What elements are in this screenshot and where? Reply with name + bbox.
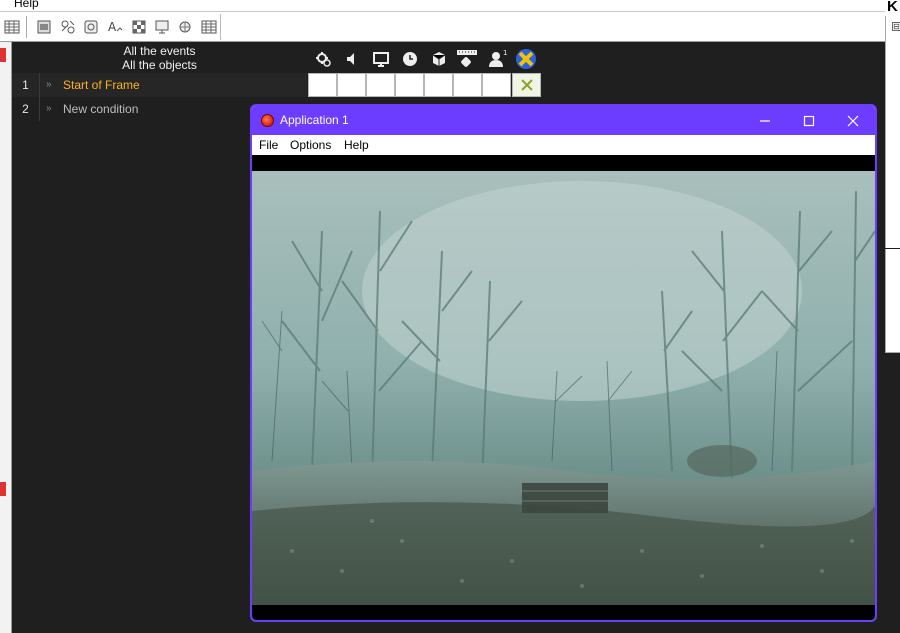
menu-options[interactable]: Options	[290, 138, 331, 152]
left-marker-icon	[0, 482, 6, 496]
debug-icon[interactable]	[176, 18, 194, 36]
sound-icon[interactable]	[340, 48, 362, 70]
menu-bar: Help	[0, 0, 885, 12]
event-list-icon[interactable]	[59, 18, 77, 36]
frame-editor-icon[interactable]	[35, 18, 53, 36]
event-condition-text[interactable]: Start of Frame	[63, 73, 140, 97]
new-condition-text[interactable]: New condition	[63, 97, 138, 121]
collapse-icon[interactable]: ⊟	[892, 22, 900, 31]
maximize-icon[interactable]	[787, 106, 831, 135]
event-editor-icon[interactable]	[82, 18, 100, 36]
action-cell[interactable]	[424, 73, 453, 97]
action-cell[interactable]	[337, 73, 366, 97]
active-object-icon[interactable]	[515, 48, 537, 70]
toolbar-separator	[26, 16, 27, 38]
left-strip	[0, 42, 12, 633]
application-window: Application 1 File Options Help	[250, 104, 877, 622]
foggy-forest-video-frame	[252, 171, 875, 605]
right-panel-title: K	[885, 0, 900, 16]
action-cell[interactable]	[366, 73, 395, 97]
storyboard-icon[interactable]	[153, 18, 171, 36]
left-marker-icon	[0, 48, 6, 62]
window-title: Application 1	[280, 113, 349, 127]
svg-text:A: A	[108, 20, 117, 34]
header-all-events[interactable]: All the events	[12, 44, 307, 58]
minimize-icon[interactable]	[743, 106, 787, 135]
keyboard-mouse-icon[interactable]	[456, 48, 478, 70]
header-all-objects[interactable]: All the objects	[12, 58, 307, 72]
event-row[interactable]: 1 » Start of Frame	[12, 73, 307, 97]
text-icon[interactable]: A	[106, 18, 124, 36]
event-expand-icon[interactable]: »	[46, 97, 52, 121]
right-panel-upper: ⊟	[885, 16, 900, 248]
table-icon[interactable]	[200, 18, 218, 36]
action-cell[interactable]	[453, 73, 482, 97]
menu-help[interactable]: Help	[344, 138, 369, 152]
toolbar: A	[0, 12, 885, 42]
close-icon[interactable]	[831, 106, 875, 135]
event-editor-header: All the events All the objects	[12, 42, 307, 72]
app-menu-bar: File Options Help	[252, 135, 875, 155]
grid-icon[interactable]	[3, 18, 21, 36]
action-cell[interactable]	[482, 73, 511, 97]
timer-icon[interactable]	[399, 48, 421, 70]
action-cell[interactable]	[308, 73, 337, 97]
menu-help[interactable]: Help	[14, 0, 39, 10]
toolbar-end-separator	[220, 14, 221, 40]
app-stage[interactable]	[252, 155, 875, 620]
action-cell[interactable]	[395, 73, 424, 97]
right-panel: K ⊟	[885, 0, 900, 633]
event-number: 1	[12, 73, 40, 97]
right-panel-lower	[885, 249, 900, 353]
special-conditions-icon[interactable]	[312, 48, 334, 70]
player-icon[interactable]: 1	[486, 48, 508, 70]
menu-file[interactable]: File	[259, 138, 278, 152]
event-expand-icon[interactable]: »	[46, 73, 52, 97]
storyboard-controls-icon[interactable]	[370, 48, 392, 70]
checker-icon[interactable]	[130, 18, 148, 36]
check-cross-icon	[520, 79, 533, 91]
object-icons-row: 1	[308, 44, 543, 72]
app-icon	[261, 114, 274, 127]
event-number: 2	[12, 97, 40, 121]
action-cell-checked[interactable]	[512, 73, 541, 97]
action-grid	[308, 73, 543, 97]
create-objects-icon[interactable]	[428, 48, 450, 70]
title-bar[interactable]: Application 1	[252, 106, 875, 135]
svg-text:1: 1	[503, 49, 507, 57]
